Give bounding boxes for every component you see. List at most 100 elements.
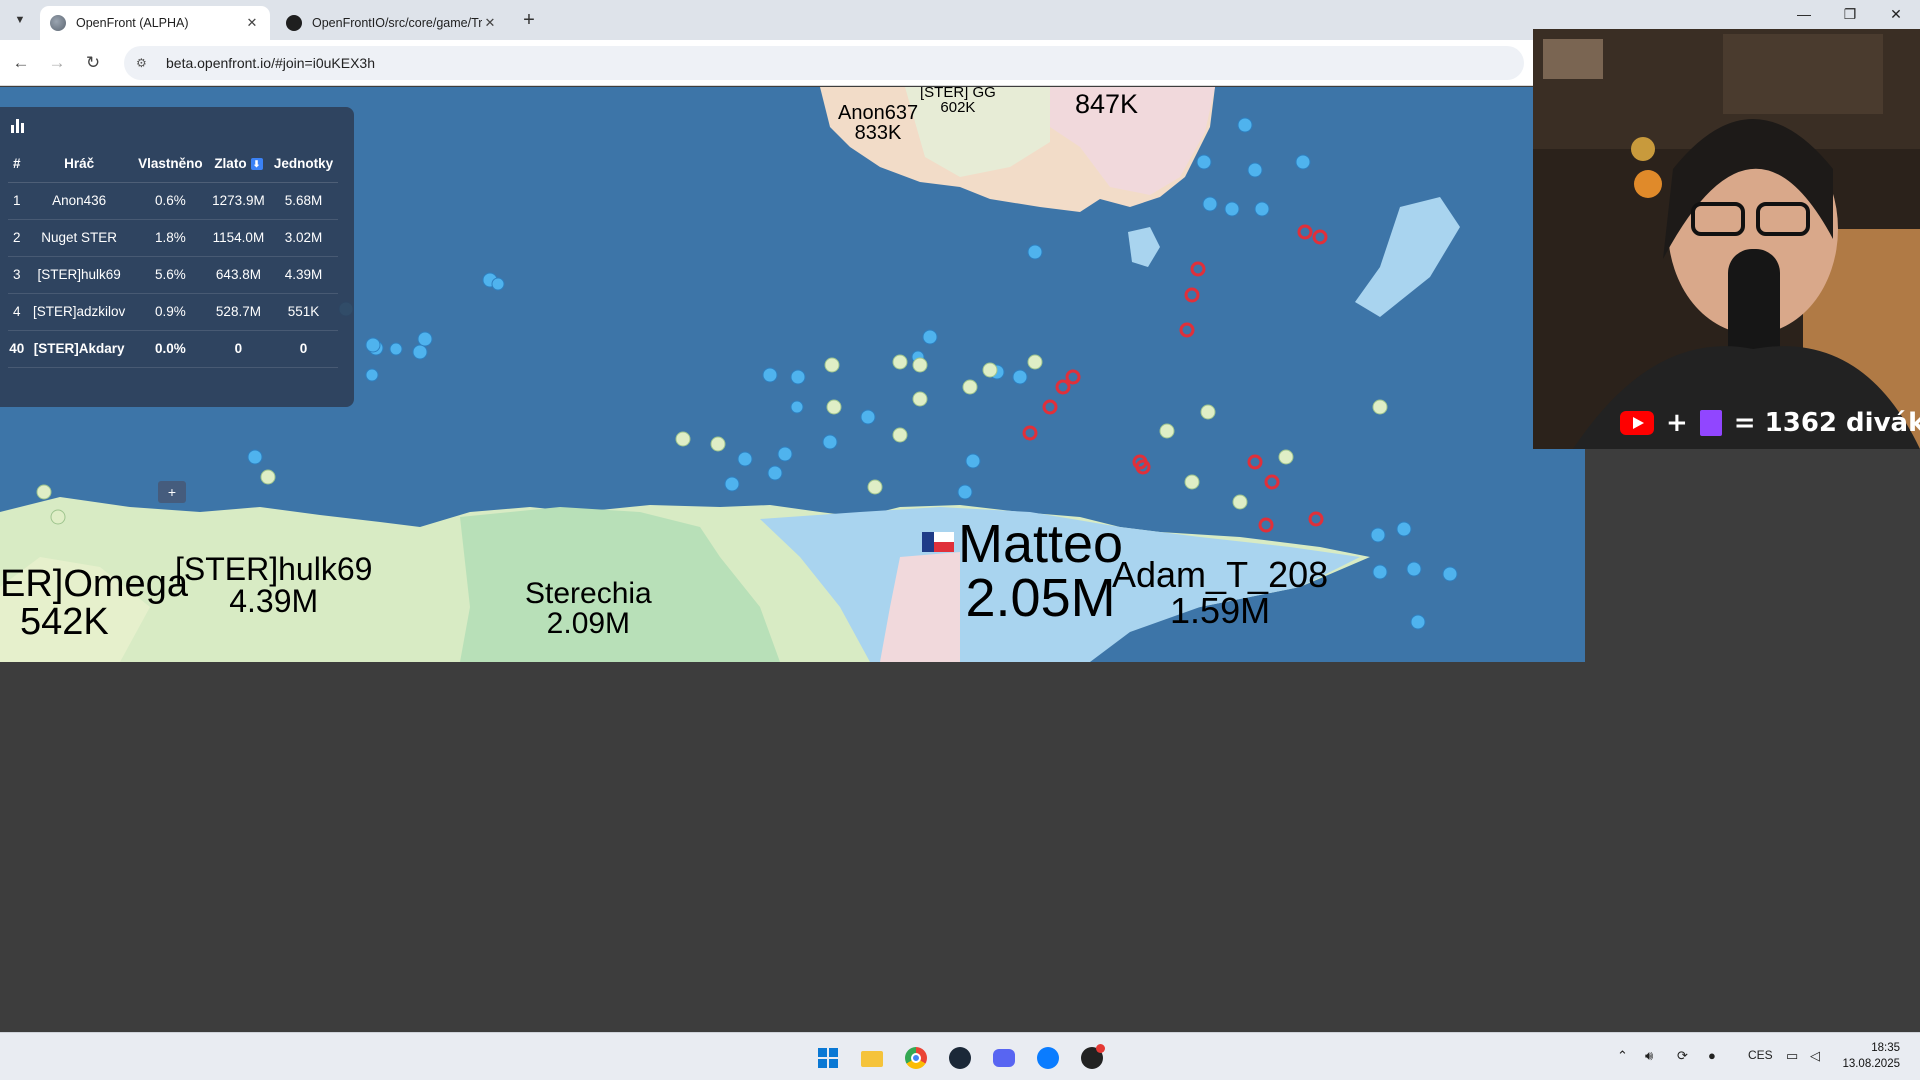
col-gold-label: Zlato xyxy=(214,155,247,171)
player-label-anon637: Anon637 xyxy=(838,102,919,124)
plus-sign: + xyxy=(1666,408,1688,438)
expand-leaderboard-button[interactable]: + xyxy=(158,481,186,503)
col-rank: # xyxy=(8,145,26,183)
player-value-ster-gg: 602K xyxy=(940,99,976,116)
microphone-icon[interactable]: ● xyxy=(1708,1048,1716,1063)
twitch-icon xyxy=(1699,410,1722,436)
volume-icon[interactable]: ◁ xyxy=(1810,1048,1820,1064)
messenger-icon[interactable] xyxy=(1032,1042,1064,1074)
chrome-icon[interactable] xyxy=(900,1042,932,1074)
table-row[interactable]: 1 Anon436 0.6% 1273.9M 5.68M xyxy=(8,182,338,220)
github-icon xyxy=(286,15,302,31)
owned-cell: 0.0% xyxy=(132,330,208,368)
gold-cell: 0 xyxy=(207,330,269,368)
sort-desc-icon: ⬇ xyxy=(250,158,263,171)
restore-button[interactable]: ❐ xyxy=(1830,6,1870,23)
rank-cell: 3 xyxy=(8,256,26,294)
close-window-button[interactable]: ✕ xyxy=(1876,6,1916,23)
player-value-adam: 1.59M xyxy=(1170,590,1271,631)
new-tab-button[interactable]: + xyxy=(518,9,540,32)
tab-title: OpenFrontIO/src/core/game/Tr xyxy=(312,16,482,30)
table-row[interactable]: 4 [STER]adzkilov 0.9% 528.7M 551K xyxy=(8,293,338,331)
site-settings-icon[interactable]: ⚙ xyxy=(136,56,152,70)
side-empty-area xyxy=(1585,449,1920,662)
player-cell: [STER]adzkilov xyxy=(25,293,133,331)
player-cell: Anon436 xyxy=(25,182,133,220)
player-value-matteo: 2.05M xyxy=(965,568,1116,628)
table-row[interactable]: 2 Nuget STER 1.8% 1154.0M 3.02M xyxy=(8,219,338,257)
sync-icon[interactable]: ⟳ xyxy=(1677,1048,1688,1064)
minimize-button[interactable]: — xyxy=(1784,6,1824,22)
webcam-image xyxy=(1533,29,1920,449)
network-icon[interactable]: ▭ xyxy=(1786,1048,1798,1064)
back-button[interactable]: ← xyxy=(8,51,34,75)
player-label-hulk69: [STER]hulk69 xyxy=(175,551,373,587)
webcam-overlay xyxy=(1533,29,1920,449)
tab-github[interactable]: OpenFrontIO/src/core/game/Tr ✕ xyxy=(276,6,508,40)
player-value-hulk69: 4.39M xyxy=(229,583,319,619)
unexplored-area xyxy=(0,662,1920,1032)
rank-cell: 40 xyxy=(8,330,26,368)
gold-cell: 643.8M xyxy=(207,256,269,294)
tab-title: OpenFront (ALPHA) xyxy=(76,16,189,30)
youtube-icon xyxy=(1620,411,1654,435)
url-field[interactable]: ⚙ beta.openfront.io/#join=i0uKEX3h xyxy=(124,46,1524,80)
col-gold[interactable]: Zlato ⬇ xyxy=(207,145,269,183)
tab-openfront[interactable]: OpenFront (ALPHA) ✕ xyxy=(40,6,270,40)
col-owned[interactable]: Vlastněno xyxy=(132,145,208,183)
rank-cell: 1 xyxy=(8,182,26,220)
rank-cell: 2 xyxy=(8,219,26,257)
discord-icon[interactable] xyxy=(988,1042,1020,1074)
close-icon[interactable]: ✕ xyxy=(244,15,260,31)
start-icon[interactable] xyxy=(812,1042,844,1074)
player-label-adam: Adam_T_208 xyxy=(1112,554,1329,595)
leaderboard-table: # Hráč Vlastněno Zlato ⬇ Jednotky 1 Anon4… xyxy=(8,145,338,368)
player-value-top-right: 847K xyxy=(1075,89,1139,119)
units-cell: 5.68M xyxy=(269,182,338,220)
viewer-count-text: = 1362 diváků xyxy=(1733,408,1920,438)
leaderboard-header-row: # Hráč Vlastněno Zlato ⬇ Jednotky xyxy=(8,145,338,183)
gold-cell: 528.7M xyxy=(207,293,269,331)
clock-time: 18:35 xyxy=(1871,1042,1900,1054)
units-cell: 551K xyxy=(269,293,338,331)
units-cell: 4.39M xyxy=(269,256,338,294)
player-value-omega: 542K xyxy=(20,601,109,643)
leaderboard-panel: # Hráč Vlastněno Zlato ⬇ Jednotky 1 Anon4… xyxy=(0,107,354,503)
steam-icon[interactable] xyxy=(944,1042,976,1074)
gold-cell: 1154.0M xyxy=(207,219,269,257)
owned-cell: 1.8% xyxy=(132,219,208,257)
table-row[interactable]: 3 [STER]hulk69 5.6% 643.8M 4.39M xyxy=(8,256,338,294)
col-units[interactable]: Jednotky xyxy=(269,145,338,183)
col-player: Hráč xyxy=(25,145,133,183)
speaker-icon[interactable]: 🔊︎ xyxy=(1645,1048,1653,1064)
rank-cell: 4 xyxy=(8,293,26,331)
app-icon[interactable] xyxy=(1076,1042,1108,1074)
player-value-anon637: 833K xyxy=(854,122,902,144)
player-label-omega: ER]Omega xyxy=(0,563,188,605)
owned-cell: 0.6% xyxy=(132,182,208,220)
forward-button[interactable]: → xyxy=(44,51,70,75)
player-cell: [STER]hulk69 xyxy=(25,256,133,294)
units-cell: 0 xyxy=(269,330,338,368)
file-explorer-icon[interactable] xyxy=(856,1042,888,1074)
clock[interactable]: 18:35 13.08.2025 xyxy=(1840,1040,1900,1072)
table-row-current-player[interactable]: 40 [STER]Akdary 0.0% 0 0 xyxy=(8,330,338,368)
player-cell: Nuget STER xyxy=(25,219,133,257)
viewer-count-overlay: + = 1362 diváků xyxy=(1620,403,1920,443)
player-value-sterechia: 2.09M xyxy=(546,607,631,640)
owned-cell: 0.9% xyxy=(132,293,208,331)
units-cell: 3.02M xyxy=(269,219,338,257)
reload-button[interactable]: ↻ xyxy=(80,51,106,75)
tab-search-button[interactable]: ▼ xyxy=(8,8,32,32)
gold-cell: 1273.9M xyxy=(207,182,269,220)
windows-taskbar: ⌃ 🔊︎ ⟳ ● CES ▭ ◁ 18:35 13.08.2025 xyxy=(0,1032,1920,1080)
bar-chart-icon[interactable] xyxy=(10,117,26,133)
language-indicator[interactable]: CES xyxy=(1748,1048,1773,1062)
globe-icon xyxy=(50,15,66,31)
player-cell: [STER]Akdary xyxy=(25,330,133,368)
chevron-down-icon: ▼ xyxy=(14,14,26,26)
url-text: beta.openfront.io/#join=i0uKEX3h xyxy=(166,55,375,71)
player-label-sterechia: Sterechia xyxy=(525,577,652,610)
chevron-up-icon[interactable]: ⌃ xyxy=(1617,1048,1628,1064)
close-icon[interactable]: ✕ xyxy=(482,15,498,31)
